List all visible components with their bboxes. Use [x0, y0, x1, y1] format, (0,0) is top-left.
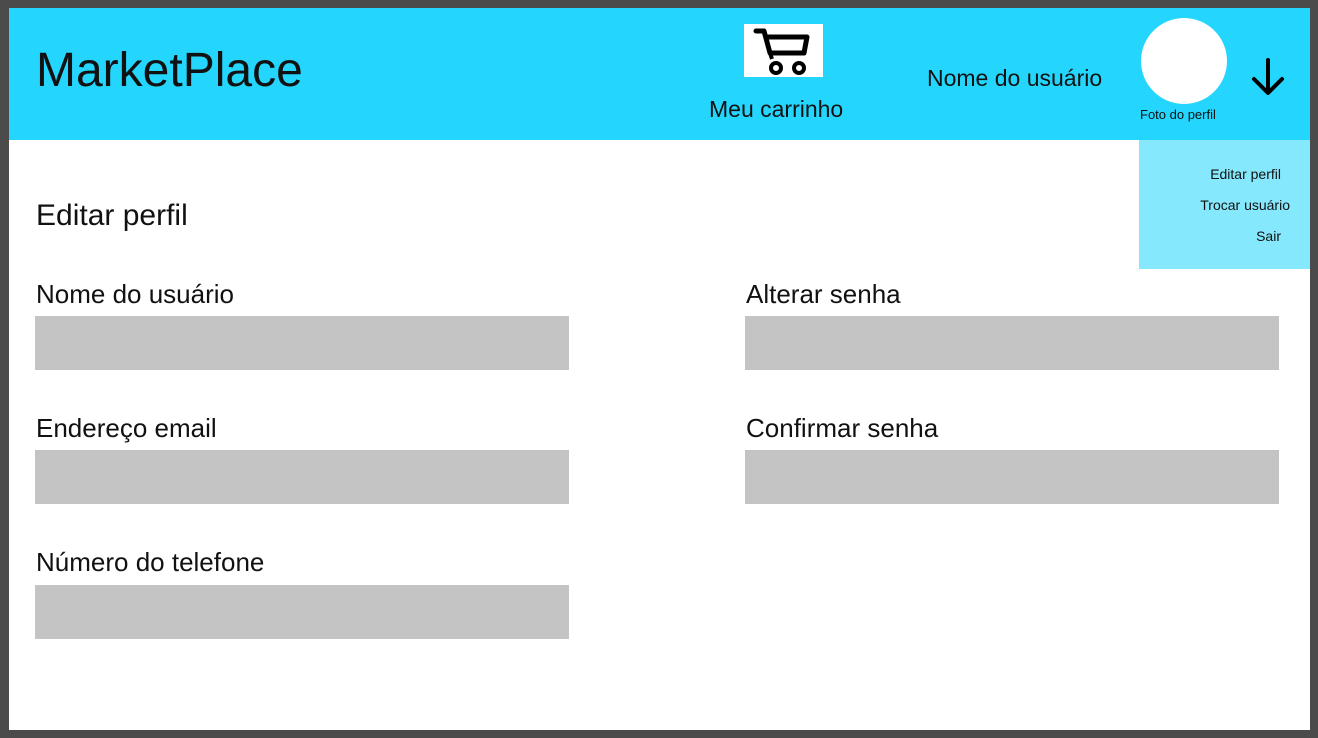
- username-field[interactable]: [35, 316, 569, 370]
- app-window: MarketPlace Meu carrinho Nome do usuário…: [9, 8, 1310, 730]
- cart-button[interactable]: [744, 24, 823, 77]
- username-label: Nome do usuário: [36, 279, 234, 309]
- top-header: MarketPlace Meu carrinho Nome do usuário…: [9, 8, 1310, 140]
- user-dropdown-menu: Editar perfil Trocar usuário Sair: [1139, 140, 1310, 269]
- menu-item-switch-user[interactable]: Trocar usuário: [1200, 197, 1290, 213]
- email-label: Endereço email: [36, 413, 217, 443]
- menu-item-edit-profile[interactable]: Editar perfil: [1210, 166, 1281, 182]
- phone-field[interactable]: [35, 585, 569, 639]
- brand-logo-text[interactable]: MarketPlace: [36, 47, 303, 95]
- header-user-name: Nome do usuário: [927, 65, 1103, 91]
- confirm-password-field[interactable]: [745, 450, 1279, 504]
- new-password-field[interactable]: [745, 316, 1279, 370]
- menu-item-logout[interactable]: Sair: [1256, 228, 1281, 244]
- phone-label: Número do telefone: [36, 547, 265, 577]
- arrow-down-icon: [1252, 58, 1284, 95]
- cart-label[interactable]: Meu carrinho: [709, 96, 843, 123]
- avatar[interactable]: [1141, 18, 1227, 104]
- avatar-caption: Foto do perfil: [1140, 107, 1216, 122]
- shopping-cart-icon: [753, 28, 810, 75]
- new-password-label: Alterar senha: [746, 279, 901, 309]
- confirm-password-label: Confirmar senha: [746, 413, 939, 443]
- page-title: Editar perfil: [36, 199, 188, 232]
- email-field[interactable]: [35, 450, 569, 504]
- user-menu-toggle[interactable]: [1246, 54, 1290, 100]
